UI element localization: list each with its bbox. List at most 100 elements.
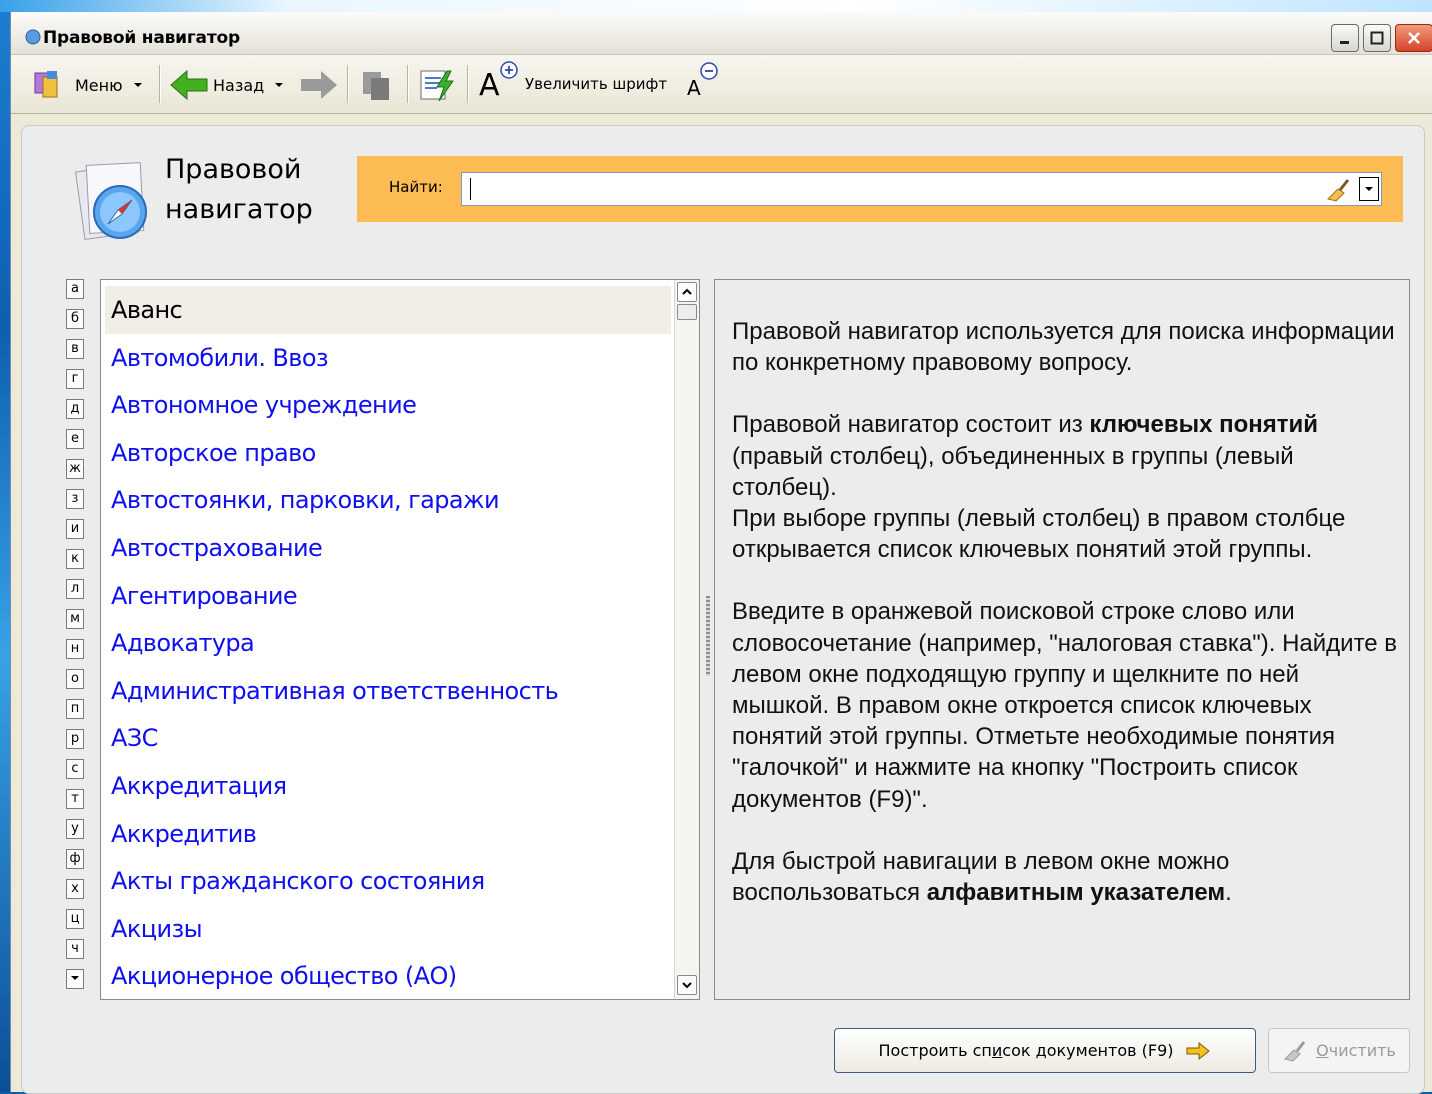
alphabet-letter-button[interactable]: о [66,669,84,689]
search-input[interactable] [466,175,1310,205]
search-history-dropdown[interactable] [1359,177,1379,201]
alphabet-letter-button[interactable]: д [66,399,84,419]
window-title: Правовой навигатор [43,28,240,48]
page-title-line2: навигатор [165,194,313,225]
group-list-item[interactable]: Авторское право [105,429,671,477]
group-list-item[interactable]: Административная ответственность [105,667,671,715]
minimize-icon [1340,41,1349,44]
info-bold-term: ключевых понятий [1089,411,1319,439]
text-caret [470,178,471,200]
alphabet-letter-button[interactable]: т [66,789,84,809]
alphabet-letter-button[interactable]: и [66,519,84,539]
dropdown-arrow-icon [133,83,142,87]
desktop-top-strip [0,0,1432,12]
chevron-down-icon [71,976,79,980]
maximize-button[interactable] [1363,24,1391,52]
font-increase-icon: A [479,61,518,99]
info-text-span: Правовой навигатор состоит из [732,411,1090,439]
compass-book-icon [74,162,147,240]
broom-icon [1284,1040,1306,1062]
font-increase-button[interactable]: A Увеличить шрифт [477,61,668,99]
back-button[interactable]: Назад [169,69,286,101]
build-document-list-button[interactable]: Построить список документов (F9) [834,1028,1256,1073]
compass-icon [25,29,41,45]
alphabet-letter-button[interactable]: л [66,579,84,599]
alphabet-letter-button[interactable]: ц [66,909,84,929]
alphabet-letter-button[interactable]: в [66,339,84,359]
toolbar-separator [467,65,469,103]
alphabet-letter-button[interactable]: г [66,369,84,389]
chevron-up-icon [682,288,692,295]
group-list-item[interactable]: Акционерное общество (АО) [105,952,671,999]
back-label: Назад [213,75,265,95]
group-list-item[interactable]: Автострахование [105,524,671,572]
clear-button[interactable]: Очистить [1268,1028,1410,1073]
alphabet-letter-button[interactable]: б [66,309,84,329]
build-button-label: Построить список документов (F9) [879,1041,1174,1060]
alphabet-letter-button[interactable]: к [66,549,84,569]
font-decrease-icon: A [687,62,718,99]
toolbar-separator [159,65,161,103]
alphabet-letter-button[interactable]: а [66,279,84,299]
toolbar-separator [347,65,349,103]
alphabet-letter-button[interactable]: с [66,759,84,779]
font-decrease-button[interactable]: A [683,62,731,99]
label-part: Построить сп [878,1041,992,1060]
group-list-item[interactable]: Адвокатура [105,619,671,667]
alphabet-letter-button[interactable]: п [66,699,84,719]
alphabet-letter-button[interactable]: у [66,819,84,839]
svg-text:A: A [479,68,500,99]
info-paragraph: Правовой навигатор используется для поис… [732,318,1395,377]
alphabet-letter-button[interactable]: р [66,729,84,749]
menu-button[interactable]: Меню [33,69,145,101]
group-list-item[interactable]: Автомобили. Ввоз [105,334,671,382]
groups-list[interactable]: Аванс Автомобили. Ввоз Автономное учрежден… [100,279,700,1000]
group-list-item[interactable]: Агентирование [105,572,671,620]
forward-arrow-icon [301,71,337,99]
alphabet-letter-button[interactable]: ж [66,459,84,479]
group-list-item[interactable]: Автостоянки, парковки, гаражи [105,476,671,524]
list-scrollbar[interactable] [674,280,699,999]
group-list-item[interactable]: Акты гражданского состояния [105,857,671,905]
menu-icon [34,71,58,98]
alphabet-letter-button[interactable]: н [66,639,84,659]
info-text-span: . [1225,879,1232,907]
edit-document-button[interactable] [417,69,457,102]
alphabet-letter-button[interactable]: ф [66,849,84,869]
title-bar: Правовой навигатор [11,12,1432,55]
toolbar-separator [407,65,409,103]
forward-button[interactable] [299,69,339,101]
close-button[interactable] [1395,24,1432,52]
group-list-item[interactable]: Аванс [105,286,671,334]
group-list-item[interactable]: Аккредитация [105,762,671,810]
group-list-item[interactable]: Акцизы [105,905,671,953]
group-list-item[interactable]: АЗС [105,714,671,762]
info-text-span: При выборе группы (левый столбец) в прав… [732,505,1346,564]
alphabet-letter-button[interactable]: е [66,429,84,449]
alphabet-letter-button[interactable]: х [66,879,84,899]
info-text: Правовой навигатор используется для поис… [732,316,1402,939]
minimize-button[interactable] [1331,24,1359,52]
arrow-right-icon [1186,1041,1211,1060]
scroll-up-button[interactable] [677,282,697,302]
search-field[interactable] [461,172,1382,206]
scroll-down-button[interactable] [677,975,697,995]
panel-splitter[interactable] [706,596,710,676]
scroll-thumb[interactable] [677,304,697,320]
info-paragraph: Правовой навигатор состоит из ключевых п… [732,409,1402,565]
group-list-item[interactable]: Аккредитив [105,810,671,858]
alphabet-letter-button[interactable]: ч [66,939,84,959]
group-list-item[interactable]: Автономное учреждение [105,381,671,429]
search-bar: Найти: [357,156,1403,222]
menu-label: Меню [75,75,123,95]
toolbar: Меню Назад A Увеличить шрифт A [11,55,1432,114]
document-lightning-icon [420,70,454,102]
broom-icon[interactable] [1324,177,1352,203]
alphabet-more-button[interactable] [66,969,84,989]
alphabet-letter-button[interactable]: з [66,489,84,509]
alphabet-letter-button[interactable]: м [66,609,84,629]
svg-text:A: A [687,76,701,99]
copy-button[interactable] [359,69,395,101]
font-increase-label: Увеличить шрифт [525,75,668,93]
info-panel: Правовой навигатор используется для поис… [714,279,1410,1000]
